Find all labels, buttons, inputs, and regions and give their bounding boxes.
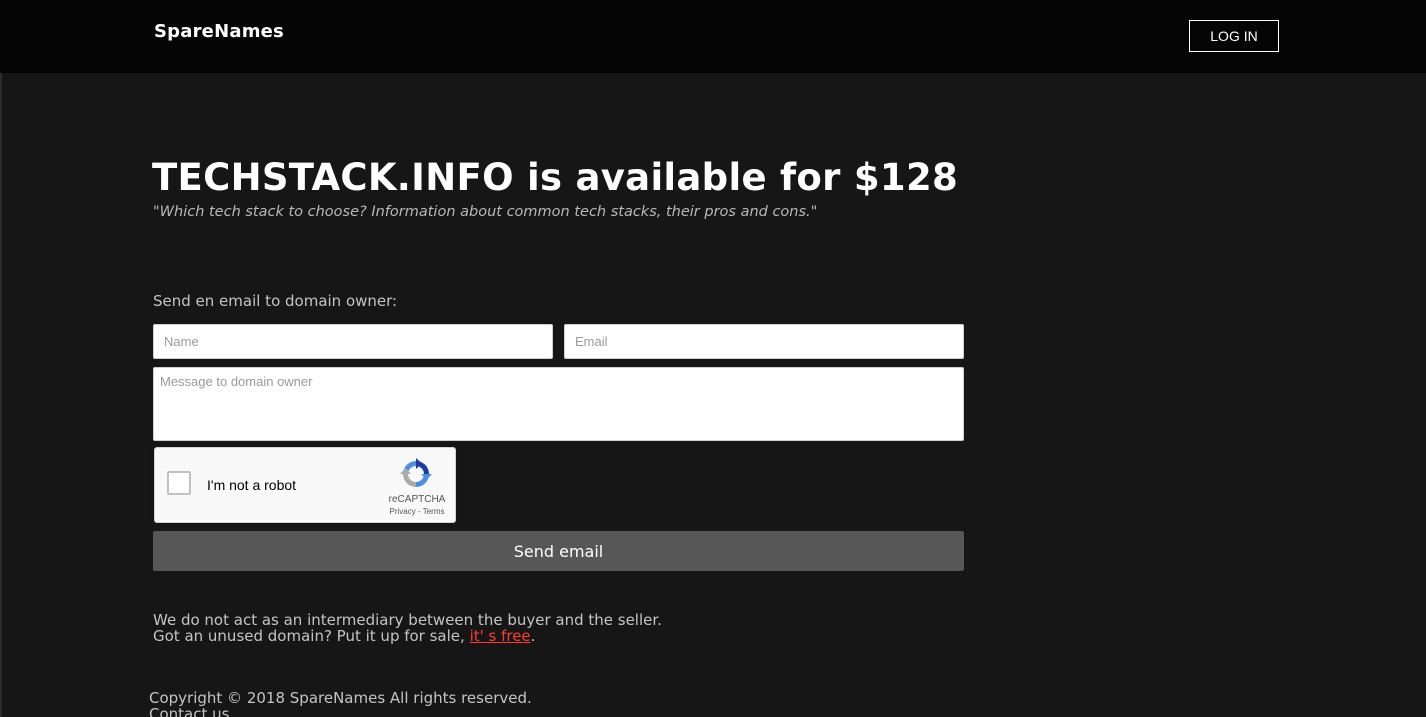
contact-us-link[interactable]: Contact us <box>149 705 229 717</box>
contact-form-label: Send en email to domain owner: <box>153 292 398 310</box>
domain-tagline: "Which tech stack to choose? Information… <box>153 204 818 220</box>
left-edge-divider <box>0 0 2 717</box>
login-button[interactable]: LOG IN <box>1189 20 1279 52</box>
message-textarea[interactable] <box>153 367 964 441</box>
recaptcha-label: I'm not a robot <box>207 477 297 493</box>
send-email-button[interactable]: Send email <box>153 531 964 571</box>
recaptcha-links: Privacy - Terms <box>377 507 457 516</box>
page: SpareNames LOG IN TECHSTACK.INFO is avai… <box>0 0 1426 717</box>
disclaimer: We do not act as an intermediary between… <box>153 612 662 644</box>
page-title: TECHSTACK.INFO is available for $128 <box>152 156 959 199</box>
disclaimer-line-2-suffix: . <box>530 627 536 645</box>
recaptcha-privacy-link[interactable]: Privacy <box>390 507 416 516</box>
recaptcha-link-separator: - <box>415 507 423 516</box>
recaptcha-terms-link[interactable]: Terms <box>423 507 445 516</box>
disclaimer-line-1: We do not act as an intermediary between… <box>153 611 662 629</box>
top-header: SpareNames LOG IN <box>0 0 1426 73</box>
disclaimer-line-2-prefix: Got an unused domain? Put it up for sale… <box>153 627 470 645</box>
recaptcha-logo-icon <box>400 458 432 487</box>
name-input[interactable] <box>153 324 553 359</box>
its-free-link[interactable]: it' s free <box>470 627 531 645</box>
recaptcha-widget: I'm not a robot reCAPTCHA Privacy - Term… <box>154 447 456 523</box>
recaptcha-checkbox[interactable] <box>167 471 191 495</box>
site-logo[interactable]: SpareNames <box>154 21 284 42</box>
disclaimer-line-2: Got an unused domain? Put it up for sale… <box>153 628 662 644</box>
recaptcha-brand: reCAPTCHA <box>388 494 446 505</box>
email-input[interactable] <box>564 324 964 359</box>
